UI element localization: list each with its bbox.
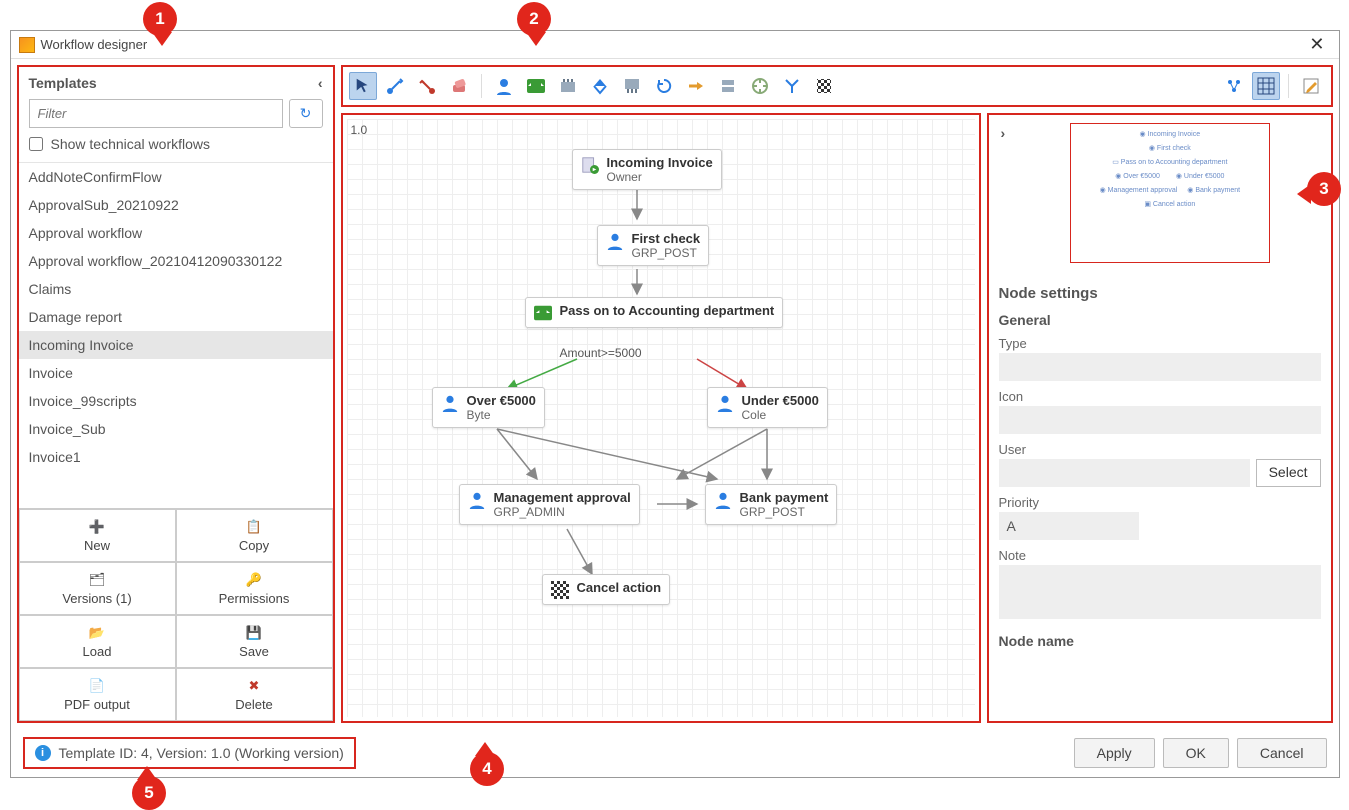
grid-toggle[interactable] [1252,72,1280,100]
icon-label: Icon [999,389,1321,404]
list-item[interactable]: Invoice_99scripts [19,387,333,415]
general-section-label: General [999,312,1321,328]
filter-input[interactable] [29,99,283,128]
list-item[interactable]: Claims [19,275,333,303]
flow-node-tool[interactable] [682,72,710,100]
node-bank-payment[interactable]: Bank paymentGRP_POST [705,484,838,525]
info-icon: i [35,745,51,761]
footer: i Template ID: 4, Version: 1.0 (Working … [11,729,1339,777]
close-icon[interactable]: ✕ [1303,34,1330,55]
permissions-button[interactable]: 🔑Permissions [176,562,333,615]
note-field[interactable] [999,565,1321,619]
workflow-designer-window: Workflow designer ✕ Templates ‹ ↻ Show t… [10,30,1340,778]
copy-button[interactable]: 📋Copy [176,509,333,562]
cancel-button[interactable]: Cancel [1237,738,1327,768]
template-list[interactable]: AddNoteConfirmFlow ApprovalSub_20210922 … [19,162,333,508]
list-item[interactable]: Damage report [19,303,333,331]
templates-header-label: Templates [29,75,97,91]
collapse-icon[interactable]: ‹ [318,75,323,91]
minimap-thumbnail[interactable]: ◉ Incoming Invoice ◉ First check ▭ Pass … [1070,123,1270,263]
titlebar: Workflow designer ✕ [11,31,1339,59]
collect-node-tool[interactable] [554,72,582,100]
save-button[interactable]: 💾Save [176,615,333,668]
minimap-toggle[interactable] [1220,72,1248,100]
user-field[interactable] [999,459,1250,487]
plugin-node-tool[interactable] [746,72,774,100]
eraser-tool[interactable] [445,72,473,100]
ok-button[interactable]: OK [1163,738,1229,768]
decision-node-tool[interactable] [522,72,550,100]
node-pass-accounting[interactable]: Pass on to Accounting department [525,297,784,328]
versions-button[interactable]: 🗂Versions (1) [19,562,176,615]
person-node-tool[interactable] [490,72,518,100]
list-item[interactable]: Incoming Invoice [19,331,333,359]
callout-pin-3: 3 [1307,172,1345,220]
templates-header[interactable]: Templates ‹ [19,67,333,99]
templates-panel: Templates ‹ ↻ Show technical workflows A… [17,65,335,723]
callout-pin-5: 5 [128,762,166,810]
distribute-node-tool[interactable] [586,72,614,100]
node-first-check[interactable]: First checkGRP_POST [597,225,710,266]
note-label: Note [999,548,1321,563]
apply-button[interactable]: Apply [1074,738,1155,768]
panel-collapse-icon[interactable]: › [997,123,1010,263]
canvas-toolbar [341,65,1333,107]
list-item[interactable]: Approval workflow_20210412090330122 [19,247,333,275]
properties-panel: › ◉ Incoming Invoice ◉ First check ▭ Pas… [987,113,1333,723]
predecessor-tool[interactable] [413,72,441,100]
new-button[interactable]: ➕New [19,509,176,562]
type-field[interactable] [999,353,1321,381]
condition-label: Amount>=5000 [552,341,650,365]
user-label: User [999,442,1321,457]
edit-properties-button[interactable] [1297,72,1325,100]
cycle-node-tool[interactable] [650,72,678,100]
type-label: Type [999,336,1321,351]
load-button[interactable]: 📂Load [19,615,176,668]
priority-label: Priority [999,495,1321,510]
list-item[interactable]: Invoice [19,359,333,387]
app-icon [19,37,35,53]
server-node-tool[interactable] [714,72,742,100]
select-user-button[interactable]: Select [1256,459,1321,487]
branch-node-tool[interactable] [778,72,806,100]
node-over-5000[interactable]: Over €5000Byte [432,387,545,428]
list-item[interactable]: Invoice1 [19,443,333,471]
node-name-label: Node name [999,633,1321,649]
priority-field[interactable]: A [999,512,1139,540]
show-technical-checkbox[interactable] [29,137,43,151]
callout-pin-2: 2 [517,2,555,50]
list-item[interactable]: AddNoteConfirmFlow [19,163,333,191]
list-item[interactable]: Approval workflow [19,219,333,247]
node-start[interactable]: Incoming InvoiceOwner [572,149,722,190]
callout-pin-1: 1 [143,2,181,50]
end-node-tool[interactable] [810,72,838,100]
list-item[interactable]: Invoice_Sub [19,415,333,443]
status-bar: i Template ID: 4, Version: 1.0 (Working … [23,737,356,769]
callout-pin-4: 4 [466,738,504,786]
delete-button[interactable]: ✖Delete [176,668,333,721]
select-tool[interactable] [349,72,377,100]
refresh-button[interactable]: ↻ [289,99,323,128]
successor-tool[interactable] [381,72,409,100]
show-technical-label: Show technical workflows [51,136,211,152]
canvas-version-label: 1.0 [351,123,368,137]
split-node-tool[interactable] [618,72,646,100]
node-under-5000[interactable]: Under €5000Cole [707,387,828,428]
node-settings-title: Node settings [999,285,1321,302]
node-management-approval[interactable]: Management approvalGRP_ADMIN [459,484,640,525]
status-text: Template ID: 4, Version: 1.0 (Working ve… [59,745,344,761]
pdf-output-button[interactable]: 📄PDF output [19,668,176,721]
icon-field[interactable] [999,406,1321,434]
list-item[interactable]: ApprovalSub_20210922 [19,191,333,219]
node-cancel-action[interactable]: Cancel action [542,574,671,605]
workflow-canvas[interactable]: 1.0 [341,113,981,723]
window-title: Workflow designer [41,37,1304,52]
